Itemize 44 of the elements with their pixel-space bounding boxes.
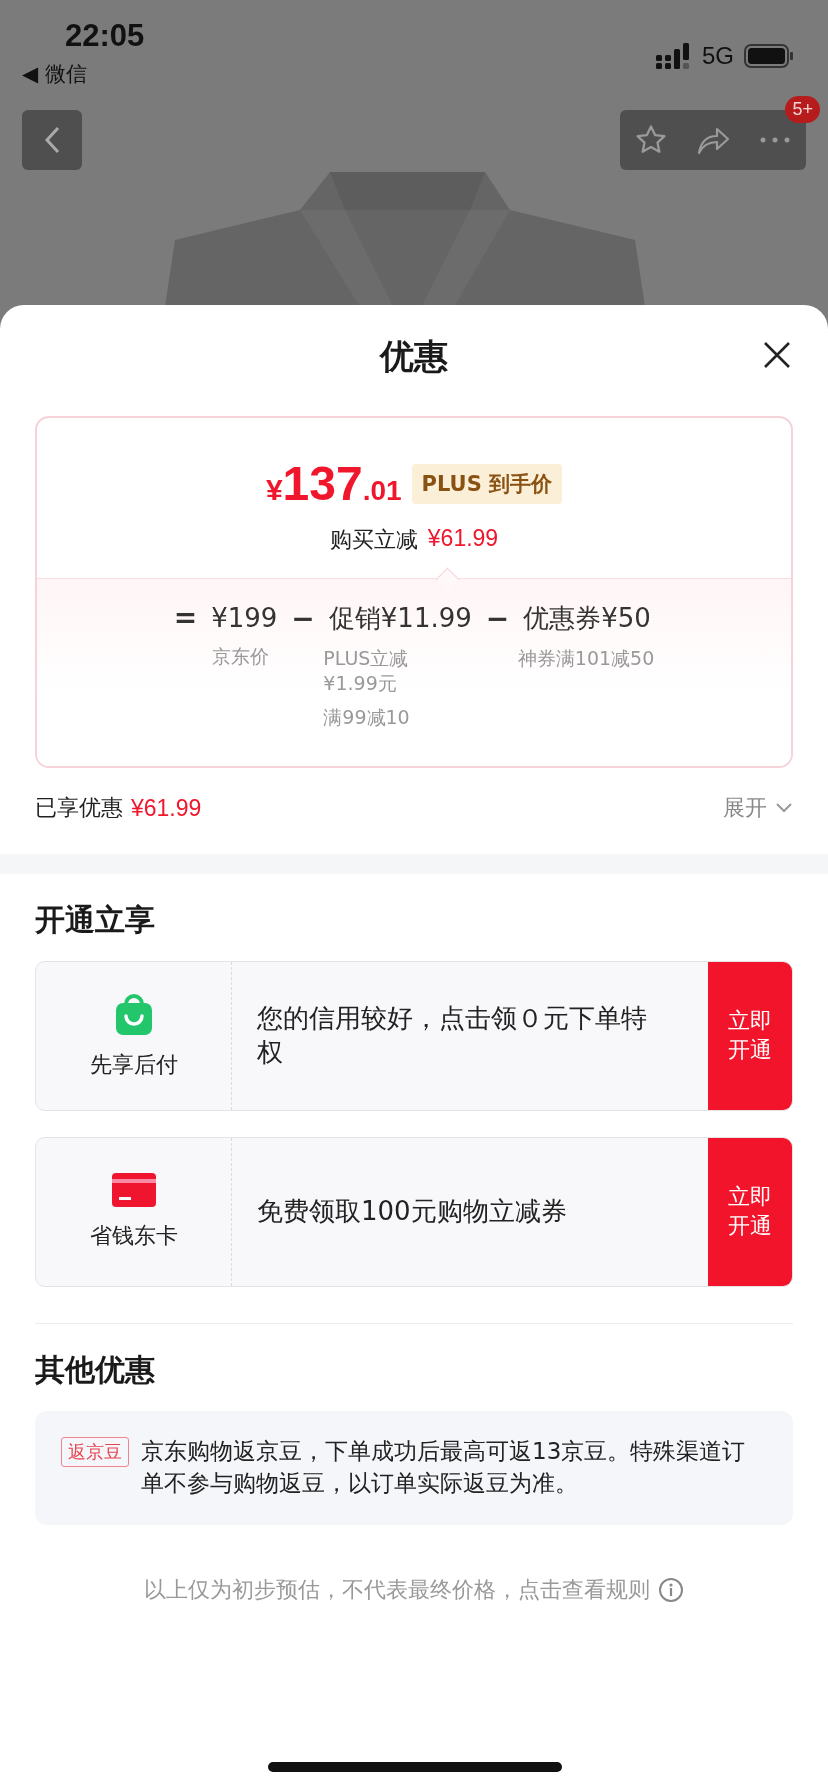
price-note: 神券满101减50 (517, 646, 655, 671)
card-icon (111, 1173, 156, 1207)
savings-value: ¥61.99 (131, 794, 202, 822)
share-icon (695, 125, 731, 155)
price-tag: PLUS 到手价 (411, 463, 563, 504)
shopping-bag-icon (113, 992, 154, 1036)
operator-sign: − (291, 602, 315, 635)
section-title: 开通立享 (35, 901, 156, 939)
battery-icon (744, 44, 794, 68)
note-text: 京东购物返京豆，下单成功后最高可返13京豆。特殊渠道订单不参与购物返豆，以订单实际返豆为准。 (141, 1437, 747, 1499)
signal-icon (656, 43, 692, 69)
offer-description: 您的信用较好，点击领０元下单特权 (256, 1002, 648, 1069)
rules-link[interactable]: 以上仅为初步预估，不代表最终价格，点击查看规则 (144, 1575, 650, 1606)
offer-name: 省钱东卡 (89, 1222, 178, 1250)
network-type: 5G (702, 42, 734, 70)
activate-button[interactable]: 立即开通 (708, 1138, 792, 1286)
savings-label: 已享优惠 (35, 794, 123, 822)
status-time: 22:05 (65, 18, 145, 53)
price-component: 优惠券¥50 (523, 602, 651, 635)
price-note: 京东价 (211, 644, 270, 669)
note-tag: 返京豆 (61, 1437, 129, 1467)
back-icon (44, 126, 60, 154)
price-note: 满99减10 (323, 705, 411, 731)
price-component: 促销¥11.99 (328, 602, 472, 635)
info-icon (658, 1577, 684, 1604)
operator-sign: − (485, 602, 510, 635)
section-title: 其他优惠 (35, 1351, 156, 1389)
final-price: ¥137.01 (265, 456, 402, 511)
expand-toggle[interactable]: 展开 (723, 793, 793, 823)
more-icon (760, 137, 790, 143)
sheet-title: 优惠 (380, 335, 448, 378)
close-icon (762, 339, 792, 370)
discount-value: ¥61.99 (427, 525, 499, 553)
chevron-down-icon (775, 802, 793, 814)
activate-button[interactable]: 立即开通 (708, 962, 792, 1110)
offer-description: 免费领取100元购物立减券 (256, 1195, 568, 1229)
price-note: PLUS立减¥1.99元 (323, 646, 410, 696)
operator-sign: = (173, 601, 198, 634)
back-to-app-link[interactable]: ◀ 微信 (22, 60, 145, 88)
back-button[interactable] (22, 110, 82, 170)
notification-badge: 5+ (785, 96, 820, 123)
price-component: ¥199 (211, 602, 278, 633)
offer-name: 先享后付 (89, 1051, 178, 1079)
discount-label: 购买立减 (329, 526, 418, 554)
